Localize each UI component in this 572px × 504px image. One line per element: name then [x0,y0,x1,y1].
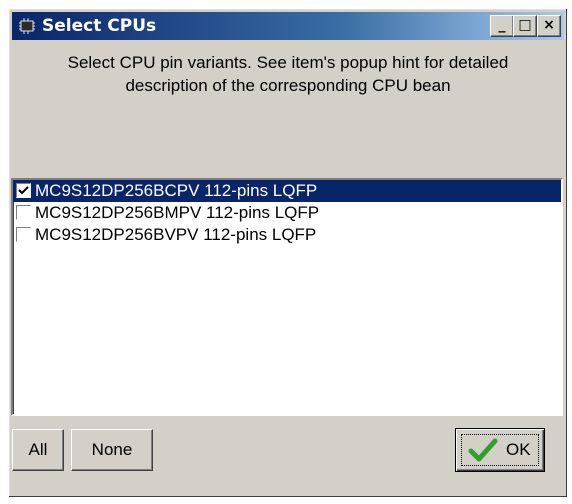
list-item-label: MC9S12DP256BCPV 112-pins LQFP [35,181,318,200]
close-icon: × [543,17,555,33]
maximize-button[interactable]: □ [513,15,537,37]
cpu-chip-icon [19,18,35,34]
description-line-2: description of the corresponding CPU bea… [125,76,451,95]
select-none-button[interactable]: None [71,429,153,471]
ok-button[interactable]: OK [455,428,545,472]
close-button[interactable]: × [537,15,561,37]
list-item-checkbox[interactable] [16,205,31,220]
window-title: Select CPUs [42,16,157,36]
minimize-button[interactable]: _ [490,15,514,37]
list-item-checkbox[interactable] [16,183,31,198]
list-item-label: MC9S12DP256BVPV 112-pins LQFP [35,225,317,244]
list-item-label: MC9S12DP256BMPV 112-pins LQFP [35,203,320,222]
description-line-1: Select CPU pin variants. See item's popu… [67,53,509,72]
ok-button-label: OK [506,440,531,459]
list-item[interactable]: MC9S12DP256BVPV 112-pins LQFP [13,224,561,246]
title-bar[interactable]: Select CPUs _ □ × [12,12,564,40]
cpu-variant-list[interactable]: MC9S12DP256BCPV 112-pins LQFP MC9S12DP25… [11,178,563,416]
list-item-checkbox[interactable] [16,227,31,242]
minimize-icon: _ [498,17,506,33]
list-item[interactable]: MC9S12DP256BCPV 112-pins LQFP [13,180,561,202]
check-icon [468,438,498,462]
maximize-icon: □ [518,17,532,33]
select-all-button[interactable]: All [12,429,64,471]
description-text: Select CPU pin variants. See item's popu… [19,51,557,97]
checkmark-icon [18,186,29,195]
list-item[interactable]: MC9S12DP256BMPV 112-pins LQFP [13,202,561,224]
